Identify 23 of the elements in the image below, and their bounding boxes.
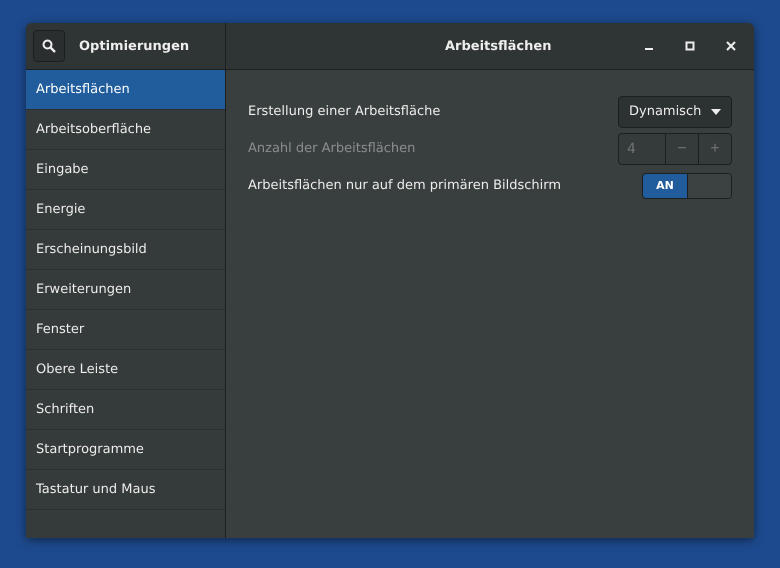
sidebar-item[interactable]: Erweiterungen [26,270,225,310]
search-button[interactable] [33,30,65,62]
app-title: Optimierungen [79,38,190,54]
sidebar-item[interactable]: Arbeitsflächen [26,70,225,110]
sidebar-item[interactable]: Schriften [26,390,225,430]
sidebar-item[interactable]: Energie [26,190,225,230]
sidebar-item[interactable]: Eingabe [26,150,225,190]
maximize-icon[interactable] [685,41,695,51]
sidebar-item[interactable]: Fenster [26,310,225,350]
dropdown[interactable]: Dynamisch [618,96,732,128]
sidebar-item[interactable]: Tastatur und Maus [26,470,225,510]
setting-label: Erstellung einer Arbeitsfläche [248,104,440,119]
setting-label: Arbeitsflächen nur auf dem primären Bildschirm [248,178,562,193]
sidebar-item[interactable]: Startprogramme [26,430,225,470]
caret-icon [711,108,721,114]
toggle-switch[interactable]: AN [642,172,732,198]
window-title: Arbeitsflächen [445,38,552,54]
setting-label: Anzahl der Arbeitsflächen [248,141,416,156]
sidebar-item[interactable]: Arbeitsoberfläche [26,110,225,150]
sidebar-item[interactable]: Erscheinungsbild [26,230,225,270]
search-icon [42,39,56,53]
sidebar-item[interactable]: Obere Leiste [26,350,225,390]
close-icon[interactable] [726,41,736,51]
